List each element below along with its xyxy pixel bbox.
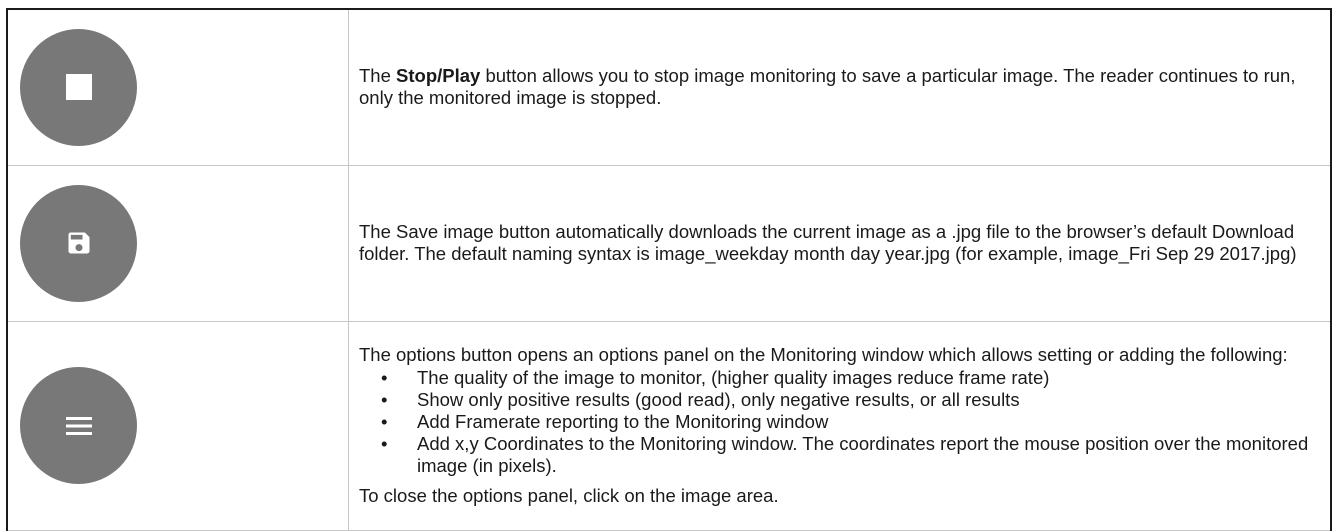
list-item: • Add Framerate reporting to the Monitori… [381,411,829,432]
options-button[interactable] [20,367,137,484]
table-row-save: The Save image button automatically down… [6,164,1332,322]
stop-icon [65,74,92,101]
bullet-icon: • [381,411,388,432]
options-intro: The options button opens an options pane… [359,344,1288,365]
save-description: The Save image button automatically down… [348,164,1332,322]
icon-cell [6,8,349,166]
table-row-options: The options button opens an options pane… [6,320,1332,531]
bullet-icon: • [381,433,388,454]
stop-play-label: Stop/Play [396,65,481,87]
options-closing: To close the options panel, click on the… [359,485,779,506]
icon-cell [6,320,349,531]
table-row-stop: The Stop/Play button allows you to stop … [6,8,1332,166]
list-item: • The quality of the image to monitor, (h… [381,367,1050,388]
icon-cell [6,164,349,322]
options-list: • The quality of the image to monitor, (h… [359,367,1310,477]
menu-icon [65,416,92,435]
list-item: • Show only positive results (good read),… [381,389,1020,410]
bullet-icon: • [381,389,388,410]
stop-description: The Stop/Play button allows you to stop … [348,8,1332,166]
stop-play-button[interactable] [20,28,137,146]
save-icon [68,232,89,254]
save-image-button[interactable] [20,184,137,302]
options-description: The options button opens an options pane… [348,320,1332,531]
list-item: • Add x,y Coordinates to the Monitoring w… [381,433,1309,476]
bullet-icon: • [381,367,388,388]
button-description-table: The Stop/Play button allows you to stop … [6,8,1332,531]
